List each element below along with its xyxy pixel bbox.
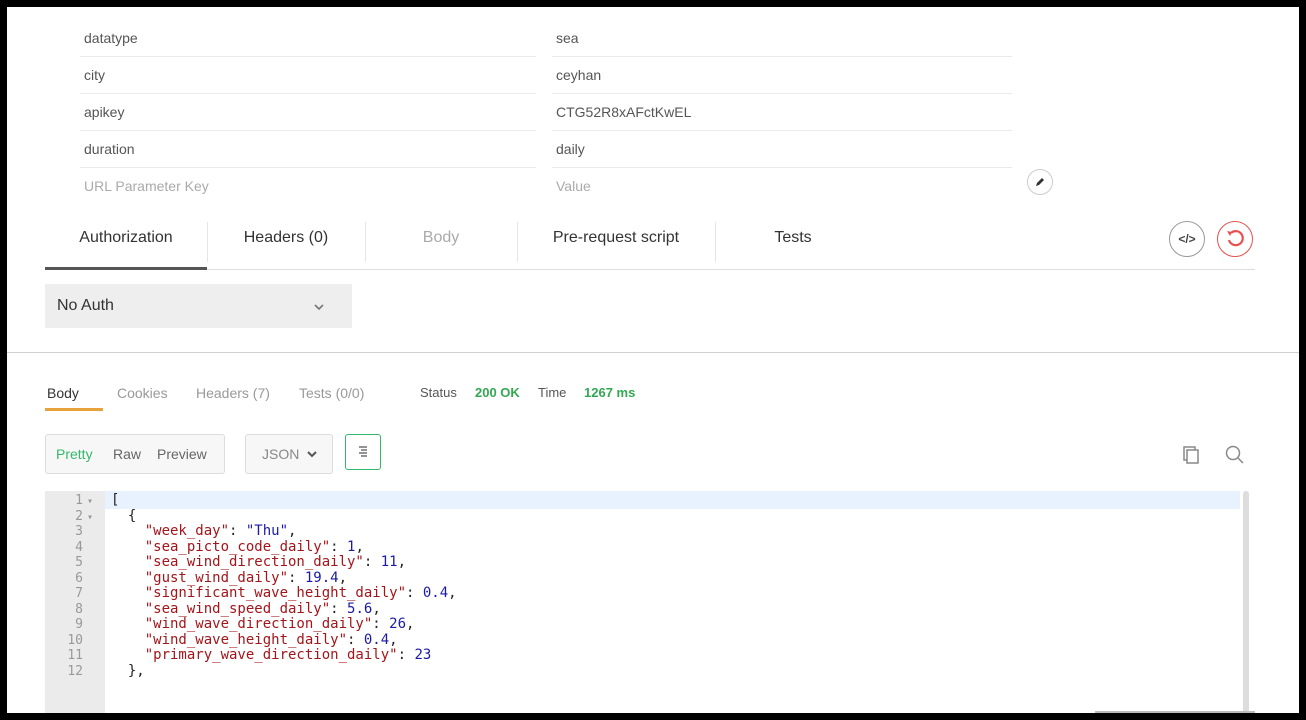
wrap-icon: [359, 446, 367, 457]
active-line-highlight: [105, 491, 1240, 509]
tab-authorization[interactable]: Authorization: [45, 214, 207, 270]
chevron-down-icon: [313, 284, 325, 328]
search-icon[interactable]: [1223, 443, 1247, 467]
line-number: 7▾: [75, 586, 83, 601]
code-line: {: [111, 507, 137, 524]
param-row-new[interactable]: URL Parameter Key Value: [80, 168, 1012, 205]
response-tab-headers[interactable]: Headers (7): [196, 383, 270, 403]
time-value: 1267 ms: [584, 385, 636, 400]
param-row[interactable]: duration daily: [80, 131, 1012, 168]
line-number: 4▾: [75, 539, 83, 555]
code-line: "significant_wave_height_daily": 0.4,: [144, 585, 457, 601]
tab-headers[interactable]: Headers (0): [208, 214, 364, 267]
line-number: 3▾: [75, 524, 83, 539]
chevron-down-icon: [306, 436, 318, 474]
tab-body[interactable]: Body: [366, 214, 516, 267]
code-line: "week_day": "Thu",: [144, 523, 297, 539]
param-key[interactable]: apikey: [80, 94, 536, 131]
pretty-button[interactable]: Pretty: [56, 435, 93, 473]
vertical-scrollbar[interactable]: [1243, 491, 1249, 713]
line-number: 12▾: [67, 663, 83, 679]
wrap-lines-button[interactable]: [345, 434, 381, 470]
horizontal-scrollbar[interactable]: [1095, 711, 1255, 713]
reset-icon[interactable]: [1217, 221, 1253, 257]
code-line: "wind_wave_direction_daily": 26,: [144, 616, 415, 632]
line-number: 11▾: [67, 648, 83, 663]
param-value[interactable]: sea: [552, 20, 1012, 57]
code-line: [: [111, 492, 120, 508]
language-select[interactable]: JSON: [245, 434, 333, 474]
format-toggle-group: Pretty Raw Preview: [45, 434, 225, 474]
param-value[interactable]: daily: [552, 131, 1012, 168]
param-value[interactable]: ceyhan: [552, 57, 1012, 94]
code-snippet-button[interactable]: </>: [1169, 221, 1205, 257]
param-key[interactable]: datatype: [80, 20, 536, 57]
param-key[interactable]: duration: [80, 131, 536, 168]
code-line: },: [111, 662, 145, 679]
auth-type-select[interactable]: No Auth: [45, 284, 352, 328]
pencil-icon[interactable]: [1027, 169, 1053, 195]
fold-arrow-icon: ▾: [86, 496, 93, 507]
section-divider: [7, 352, 1299, 353]
code-line: "primary_wave_direction_daily": 23: [144, 647, 432, 663]
code-line: "gust_wind_daily": 19.4,: [144, 569, 348, 586]
time-label: Time: [538, 385, 567, 400]
param-key-placeholder[interactable]: URL Parameter Key: [80, 168, 536, 204]
param-row[interactable]: apikey CTG52R8xAFctKwEL: [80, 94, 1012, 131]
line-number: 8▾: [75, 601, 83, 617]
fold-arrow-icon: ▾: [86, 511, 93, 523]
tab-prerequest-script[interactable]: Pre-request script: [518, 214, 714, 267]
response-tab-body[interactable]: Body: [47, 383, 79, 403]
active-tab-indicator: [45, 408, 103, 411]
line-number: 10▾: [67, 632, 83, 648]
language-value: JSON: [262, 446, 300, 462]
line-number: 5▾: [75, 555, 83, 570]
param-key[interactable]: city: [80, 57, 536, 94]
param-value-placeholder[interactable]: Value: [552, 168, 1012, 204]
auth-type-value: No Auth: [57, 297, 114, 314]
code-line: "wind_wave_height_daily": 0.4,: [144, 631, 398, 648]
param-row[interactable]: city ceyhan: [80, 57, 1012, 94]
response-tab-cookies[interactable]: Cookies: [117, 383, 168, 403]
param-value[interactable]: CTG52R8xAFctKwEL: [552, 94, 1012, 131]
postman-window: datatype sea city ceyhan apikey CTG52R8x…: [7, 7, 1299, 713]
response-body-editor[interactable]: 1▾ 2▾ 3▾ 4▾ 5▾ 6▾ 7▾ 8▾ 9▾ 10▾ 11▾ 12▾ […: [45, 491, 1255, 713]
code-line: "sea_wind_direction_daily": 11,: [144, 554, 407, 570]
line-number: 6▾: [75, 570, 83, 586]
tab-tests[interactable]: Tests: [716, 214, 870, 267]
copy-icon[interactable]: [1179, 443, 1203, 467]
preview-button[interactable]: Preview: [157, 435, 207, 473]
param-row[interactable]: datatype sea: [80, 20, 1012, 57]
request-tabs: Authorization Headers (0) Body Pre-reque…: [45, 214, 1255, 270]
code-line: "sea_wind_speed_daily": 5.6,: [144, 600, 381, 617]
code-line: "sea_picto_code_daily": 1,: [144, 538, 364, 555]
line-number: 1 ▾: [75, 493, 93, 508]
status-value: 200 OK: [475, 385, 520, 400]
line-number: 9▾: [75, 617, 83, 632]
response-tab-tests[interactable]: Tests (0/0): [299, 383, 364, 403]
status-label: Status: [420, 385, 457, 400]
raw-button[interactable]: Raw: [113, 435, 141, 473]
line-number: 2 ▾: [75, 508, 93, 524]
